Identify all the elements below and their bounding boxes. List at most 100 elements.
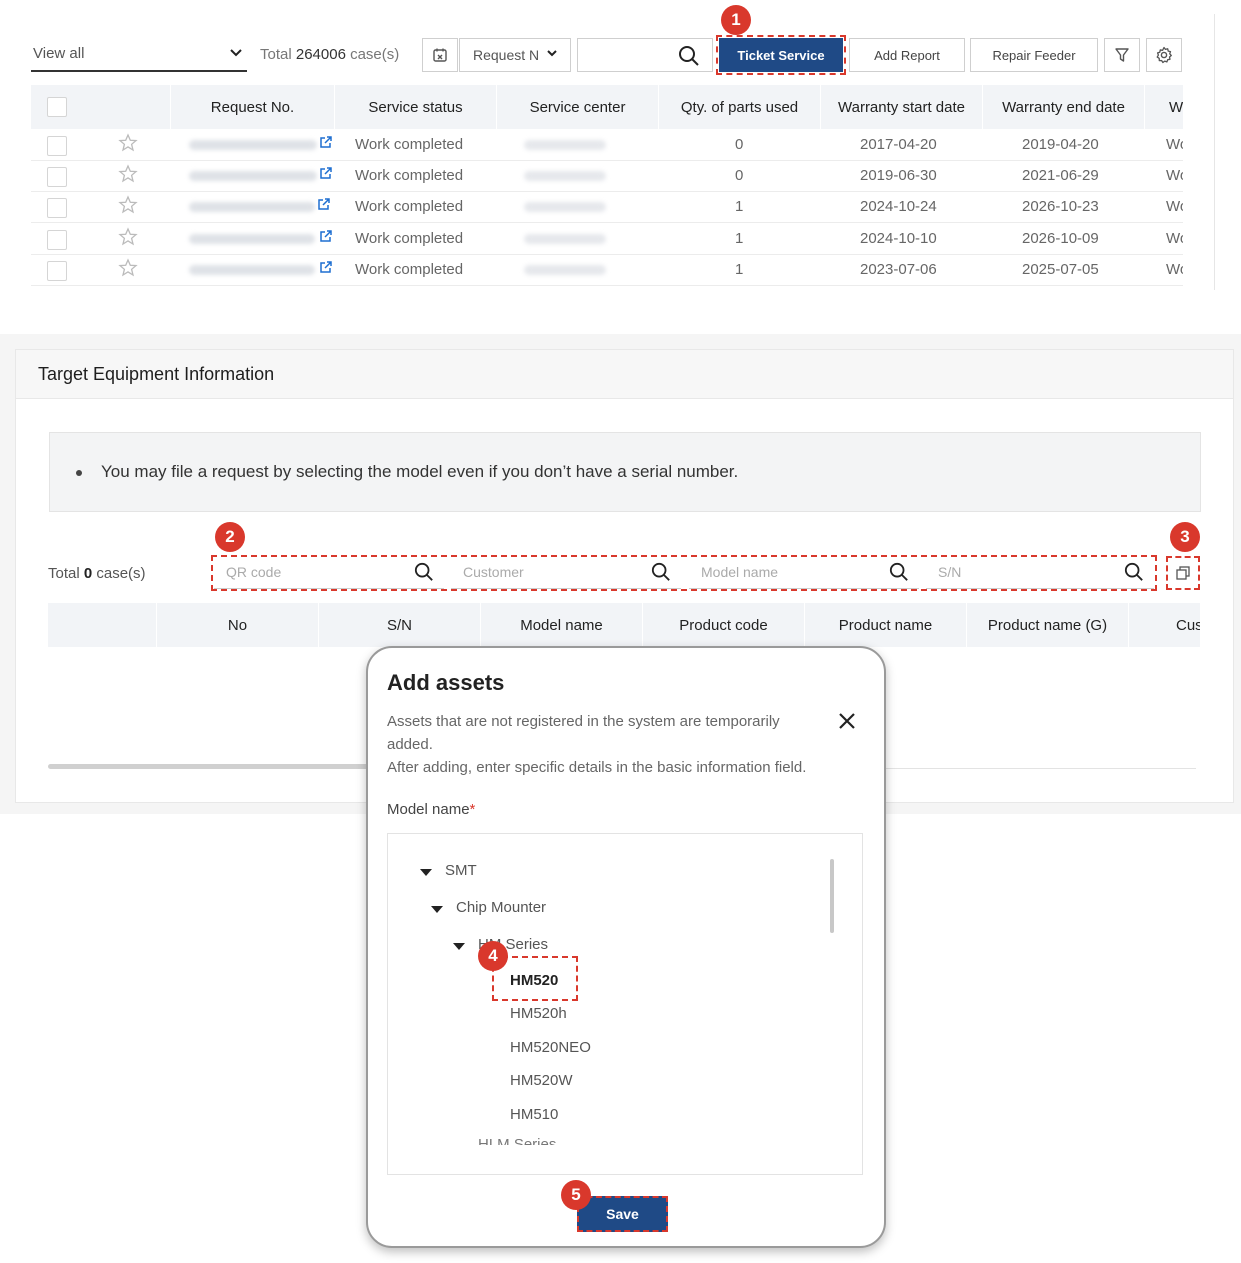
tree-node-hlm-series-clipped[interactable]: HLM Series: [478, 1136, 556, 1145]
tree-node-smt[interactable]: SMT: [445, 862, 477, 879]
total-count: 264006: [295, 46, 346, 63]
serial-number-input[interactable]: S/N: [926, 557, 1154, 589]
panel-divider: [1214, 14, 1215, 290]
ticket-list-panel: View all Total 264006 case(s) Request N …: [0, 0, 1241, 292]
filter-button[interactable]: [1104, 38, 1140, 72]
add-report-button[interactable]: Add Report: [849, 38, 965, 72]
table-row[interactable]: Work completed 0 2017-04-20 2019-04-20 W…: [31, 130, 1183, 161]
equipment-panel-header: Target Equipment Information: [16, 350, 1233, 399]
col-no[interactable]: No: [156, 603, 318, 647]
qty-cell: 0: [735, 167, 744, 184]
customer-input[interactable]: Customer: [451, 557, 681, 589]
caret-down-icon[interactable]: [431, 906, 443, 913]
search-field-value: Request N: [473, 47, 540, 63]
warranty-start-cell: 2024-10-10: [860, 230, 937, 247]
search-icon[interactable]: [1124, 562, 1144, 582]
star-icon[interactable]: [118, 133, 138, 153]
step-badge-3: 3: [1170, 522, 1200, 552]
caret-down-icon[interactable]: [453, 943, 465, 950]
row-checkbox[interactable]: [47, 136, 67, 156]
chevron-down-icon: [230, 49, 242, 57]
col-w-truncated[interactable]: W: [1144, 85, 1183, 129]
external-link-icon[interactable]: [319, 229, 333, 243]
warranty-end-cell: 2026-10-09: [1022, 230, 1099, 247]
service-center-redacted: [524, 265, 606, 275]
notice-box: You may file a request by selecting the …: [49, 432, 1201, 512]
model-name-label-text: Model name: [387, 801, 470, 818]
col-warranty-start[interactable]: Warranty start date: [820, 85, 982, 129]
step-badge-4: 4: [478, 941, 508, 971]
w-cell: Wo: [1166, 198, 1183, 215]
qty-cell: 0: [735, 136, 744, 153]
table-row[interactable]: Work completed 1 2023-07-06 2025-07-05 W…: [31, 255, 1183, 286]
tree-node-hm510[interactable]: HM510: [510, 1106, 558, 1123]
external-link-icon[interactable]: [319, 260, 333, 274]
caret-down-icon[interactable]: [420, 869, 432, 876]
equipment-grid-header: No S/N Model name Product code Product n…: [48, 603, 1200, 647]
search-field-select[interactable]: Request N: [459, 38, 571, 72]
w-cell: Wo: [1166, 136, 1183, 153]
add-assets-button[interactable]: [1166, 556, 1200, 590]
warranty-end-cell: 2025-07-05: [1022, 261, 1099, 278]
table-row[interactable]: Work completed 1 2024-10-24 2026-10-23 W…: [31, 192, 1183, 223]
row-checkbox[interactable]: [47, 167, 67, 187]
warranty-start-cell: 2023-07-06: [860, 261, 937, 278]
serial-number-placeholder: S/N: [938, 564, 962, 580]
warranty-end-cell: 2019-04-20: [1022, 136, 1099, 153]
save-button[interactable]: Save: [577, 1196, 668, 1232]
qty-cell: 1: [735, 230, 744, 247]
star-icon[interactable]: [118, 164, 138, 184]
tree-node-hm520w[interactable]: HM520W: [510, 1072, 573, 1089]
col-customer-truncated[interactable]: Cus: [1128, 603, 1200, 647]
model-name-input[interactable]: Model name: [689, 557, 919, 589]
row-checkbox[interactable]: [47, 261, 67, 281]
col-product-name[interactable]: Product name: [804, 603, 966, 647]
tree-node-hm520neo[interactable]: HM520NEO: [510, 1039, 591, 1056]
equipment-total-label: Total 0 case(s): [48, 565, 146, 582]
col-request-no[interactable]: Request No.: [170, 85, 334, 129]
ticket-service-button[interactable]: Ticket Service: [716, 35, 846, 75]
row-checkbox[interactable]: [47, 198, 67, 218]
search-icon[interactable]: [651, 562, 671, 582]
tree-node-hm520h[interactable]: HM520h: [510, 1005, 567, 1022]
repair-feeder-button[interactable]: Repair Feeder: [970, 38, 1098, 72]
top-search-input[interactable]: [577, 38, 713, 72]
chevron-down-icon: [547, 50, 557, 57]
search-icon[interactable]: [889, 562, 909, 582]
star-icon[interactable]: [118, 195, 138, 215]
qr-code-input[interactable]: QR code: [214, 557, 444, 589]
row-checkbox[interactable]: [47, 230, 67, 250]
col-qty-parts[interactable]: Qty. of parts used: [658, 85, 820, 129]
external-link-icon[interactable]: [317, 197, 331, 211]
col-model-name[interactable]: Model name: [480, 603, 642, 647]
calendar-button[interactable]: [422, 38, 458, 72]
table-row[interactable]: Work completed 1 2024-10-10 2026-10-09 W…: [31, 224, 1183, 255]
service-status-cell: Work completed: [355, 261, 464, 278]
table-row[interactable]: Work completed 0 2019-06-30 2021-06-29 W…: [31, 161, 1183, 192]
close-icon[interactable]: [837, 711, 857, 731]
external-link-icon[interactable]: [319, 166, 333, 180]
star-icon[interactable]: [118, 258, 138, 278]
star-icon[interactable]: [118, 227, 138, 247]
col-sn[interactable]: S/N: [318, 603, 480, 647]
col-warranty-end[interactable]: Warranty end date: [982, 85, 1144, 129]
settings-button[interactable]: [1146, 38, 1182, 72]
warranty-start-cell: 2019-06-30: [860, 167, 937, 184]
col-service-center[interactable]: Service center: [496, 85, 658, 129]
tree-node-chip-mounter[interactable]: Chip Mounter: [456, 899, 546, 916]
horizontal-scrollbar[interactable]: [48, 764, 378, 769]
model-tree[interactable]: SMT Chip Mounter HM Series HM520 HM520h …: [387, 833, 863, 1175]
col-product-code[interactable]: Product code: [642, 603, 804, 647]
customer-placeholder: Customer: [463, 564, 524, 580]
external-link-icon[interactable]: [319, 135, 333, 149]
search-icon[interactable]: [414, 562, 434, 582]
col-product-name-g[interactable]: Product name (G): [966, 603, 1128, 647]
select-all-checkbox[interactable]: [47, 97, 67, 117]
search-icon[interactable]: [678, 45, 700, 67]
view-filter-select[interactable]: View all: [31, 40, 247, 72]
col-service-status[interactable]: Service status: [334, 85, 496, 129]
total-count-label: Total 264006 case(s): [260, 46, 399, 63]
warranty-end-cell: 2021-06-29: [1022, 167, 1099, 184]
total-prefix: Total: [48, 565, 84, 582]
tree-scrollbar[interactable]: [830, 859, 834, 933]
